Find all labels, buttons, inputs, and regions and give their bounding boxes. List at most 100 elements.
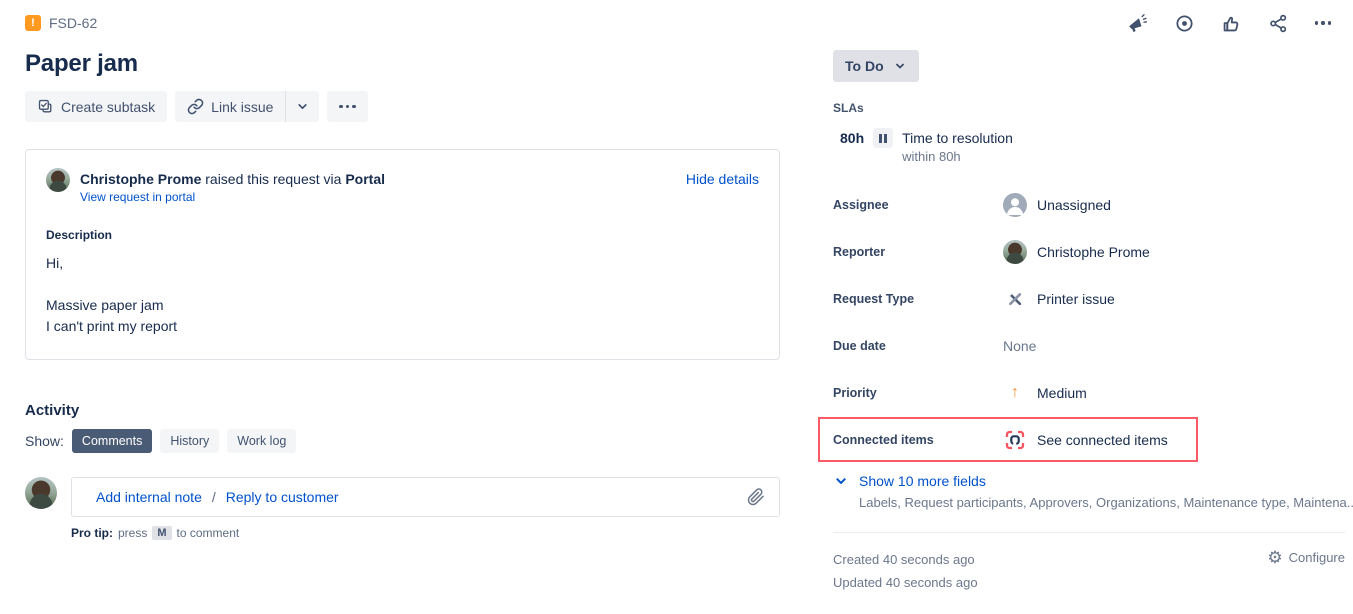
show-more-label: Show 10 more fields xyxy=(859,473,986,489)
field-list: Assignee Unassigned Reporter Christophe … xyxy=(833,191,1345,454)
raised-request-block: Christophe Prome raised this request via… xyxy=(80,168,385,204)
sla-row: 80h Time to resolution within 80h xyxy=(840,128,1345,164)
field-row-due-date: Due date None xyxy=(833,332,1345,360)
sla-goal: within 80h xyxy=(902,149,1013,164)
raised-via-text: raised this request via xyxy=(205,171,341,187)
assignee-value[interactable]: Unassigned xyxy=(1003,193,1111,217)
sla-section-heading: SLAs xyxy=(833,101,1345,115)
breadcrumb[interactable]: ! FSD-62 xyxy=(25,15,97,31)
updated-timestamp: Updated 40 seconds ago xyxy=(833,571,978,594)
field-row-assignee: Assignee Unassigned xyxy=(833,191,1345,219)
toolbar-more-button[interactable] xyxy=(327,91,368,122)
field-row-request-type: Request Type Printer issue xyxy=(833,285,1345,313)
current-user-avatar xyxy=(25,477,57,509)
connected-items-text: See connected items xyxy=(1037,432,1168,448)
status-dropdown-button[interactable]: To Do xyxy=(833,50,919,82)
issue-sidebar: To Do SLAs 80h Time to resolution within… xyxy=(833,36,1345,594)
add-internal-note-link[interactable]: Add internal note xyxy=(96,489,202,505)
status-label: To Do xyxy=(845,58,884,74)
request-details-card: Christophe Prome raised this request via… xyxy=(25,149,780,360)
field-row-priority: Priority ↑ Medium xyxy=(833,379,1345,407)
sla-paused-icon xyxy=(873,128,893,148)
vote-thumbs-up-icon[interactable] xyxy=(1221,13,1242,34)
attachment-paperclip-icon[interactable] xyxy=(747,488,765,506)
activity-heading: Activity xyxy=(25,402,780,419)
request-type-value[interactable]: Printer issue xyxy=(1003,291,1115,307)
more-actions-icon[interactable] xyxy=(1315,21,1332,25)
tab-history[interactable]: History xyxy=(160,429,219,453)
reporter-name: Christophe Prome xyxy=(80,171,201,187)
pro-tip: Pro tip: press M to comment xyxy=(71,526,780,540)
raised-request-line: Christophe Prome raised this request via… xyxy=(80,168,385,187)
show-more-fields-link[interactable]: Show 10 more fields xyxy=(833,473,1345,489)
reporter-text: Christophe Prome xyxy=(1037,244,1150,260)
tab-comments[interactable]: Comments xyxy=(72,429,152,453)
priority-text: Medium xyxy=(1037,385,1087,401)
priority-value[interactable]: ↑ Medium xyxy=(1003,384,1087,402)
reporter-avatar xyxy=(46,168,70,192)
tab-work-log[interactable]: Work log xyxy=(227,429,296,453)
link-issue-button[interactable]: Link issue xyxy=(175,91,285,122)
reporter-value[interactable]: Christophe Prome xyxy=(1003,240,1150,264)
pro-tip-prefix: Pro tip: xyxy=(71,526,113,540)
top-bar: ! FSD-62 xyxy=(0,0,1353,36)
request-type-text: Printer issue xyxy=(1037,291,1115,307)
connected-items-icon xyxy=(1003,429,1027,451)
field-label: Reporter xyxy=(833,245,1003,259)
request-card-header: Christophe Prome raised this request via… xyxy=(46,168,759,204)
sidebar-footer: Created 40 seconds ago Updated 40 second… xyxy=(833,548,1345,594)
reply-to-customer-link[interactable]: Reply to customer xyxy=(226,489,339,505)
link-issue-dropdown-button[interactable] xyxy=(285,91,319,122)
pro-tip-suffix: to comment xyxy=(177,526,240,540)
description-line: I can't print my report xyxy=(46,316,759,337)
sla-name: Time to resolution xyxy=(902,128,1013,146)
link-issue-split-button: Link issue xyxy=(175,91,319,122)
tools-icon xyxy=(1003,291,1027,307)
gear-icon: ⚙ xyxy=(1267,549,1282,566)
issue-title[interactable]: Paper jam xyxy=(25,50,780,78)
configure-button[interactable]: ⚙ Configure xyxy=(1267,548,1345,566)
field-label: Connected items xyxy=(833,433,1003,447)
description-line: Massive paper jam xyxy=(46,295,759,316)
feedback-megaphone-icon[interactable] xyxy=(1127,13,1148,34)
hide-details-link[interactable]: Hide details xyxy=(686,168,759,187)
issue-timestamps: Created 40 seconds ago Updated 40 second… xyxy=(833,548,978,594)
share-icon[interactable] xyxy=(1268,13,1289,34)
view-request-in-portal-link[interactable]: View request in portal xyxy=(80,190,195,204)
chevron-down-icon xyxy=(833,473,849,489)
show-more-fields: Show 10 more fields Labels, Request part… xyxy=(833,473,1345,510)
reporter-avatar xyxy=(1003,240,1027,264)
field-row-reporter: Reporter Christophe Prome xyxy=(833,238,1345,266)
subtask-icon xyxy=(37,98,54,115)
activity-filter-row: Show: Comments History Work log xyxy=(25,429,780,453)
due-date-value[interactable]: None xyxy=(1003,338,1036,354)
priority-medium-icon: ↑ xyxy=(1007,384,1023,402)
see-connected-items-link[interactable]: See connected items xyxy=(1003,429,1168,451)
created-timestamp: Created 40 seconds ago xyxy=(833,548,978,571)
description-line: Hi, xyxy=(46,253,759,274)
comment-mode-separator: / xyxy=(212,489,216,505)
keyboard-shortcut-key: M xyxy=(152,526,171,540)
create-subtask-label: Create subtask xyxy=(61,99,155,115)
description-body[interactable]: Hi, Massive paper jam I can't print my r… xyxy=(46,253,759,337)
field-row-connected-items: Connected items xyxy=(833,426,1345,454)
show-label: Show: xyxy=(25,433,64,449)
issue-type-icon: ! xyxy=(25,15,41,31)
comment-input[interactable]: Add internal note / Reply to customer xyxy=(71,477,780,517)
assignee-text: Unassigned xyxy=(1037,197,1111,213)
unassigned-avatar-icon xyxy=(1003,193,1027,217)
pro-tip-press: press xyxy=(118,526,147,540)
sidebar-divider xyxy=(833,532,1345,533)
chevron-down-icon xyxy=(295,99,310,114)
field-label: Assignee xyxy=(833,198,1003,212)
sla-time-remaining: 80h xyxy=(840,128,864,146)
create-subtask-button[interactable]: Create subtask xyxy=(25,91,167,122)
issue-view: Paper jam Create subtask xyxy=(0,36,1353,594)
watch-eye-icon[interactable] xyxy=(1174,13,1195,34)
field-label: Due date xyxy=(833,339,1003,353)
hidden-fields-hint: Labels, Request participants, Approvers,… xyxy=(859,495,1345,510)
chevron-down-icon xyxy=(893,59,907,73)
issue-toolbar: Create subtask Link issue xyxy=(25,91,780,122)
issue-main-column: Paper jam Create subtask xyxy=(25,36,780,540)
issue-key-link[interactable]: FSD-62 xyxy=(49,15,97,31)
